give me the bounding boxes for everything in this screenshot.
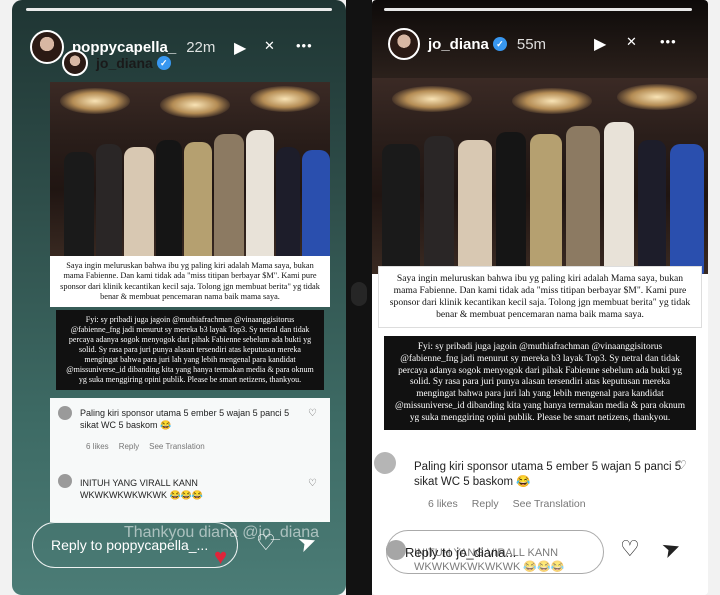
person xyxy=(496,132,526,274)
person xyxy=(604,122,634,274)
send-icon[interactable]: ➤ xyxy=(658,534,684,564)
person xyxy=(184,142,212,262)
play-icon[interactable]: ▶ xyxy=(234,38,246,58)
chandelier-light xyxy=(160,92,230,118)
mute-icon[interactable]: ✕ xyxy=(626,34,637,50)
person xyxy=(96,144,122,262)
heart-icon[interactable]: ♡ xyxy=(256,532,276,554)
play-icon[interactable]: ▶ xyxy=(594,34,606,54)
story-header: jo_diana ✓ 55m xyxy=(388,28,546,60)
more-icon[interactable]: ••• xyxy=(296,38,313,53)
person xyxy=(302,150,330,262)
story-comparison-screenshot: poppycapella_ 22m jo_diana ✓ ▶ ✕ ••• Say… xyxy=(0,0,720,595)
group-photo xyxy=(372,78,708,274)
reply-input[interactable]: Reply to jo_diana... xyxy=(386,530,604,574)
story-progress-bar xyxy=(384,8,692,11)
person xyxy=(458,140,492,274)
person xyxy=(64,152,94,262)
chandelier-light xyxy=(60,88,130,114)
chandelier-light xyxy=(617,84,697,110)
post-time: 22m xyxy=(186,38,216,56)
mention-avatar[interactable] xyxy=(62,50,88,76)
caption-white: Saya ingin meluruskan bahwa ibu yg palin… xyxy=(50,256,330,308)
comments-panel: Paling kiri sponsor utama 5 ember 5 waja… xyxy=(372,448,708,530)
commenter-avatar[interactable] xyxy=(58,474,72,488)
mute-icon[interactable]: ✕ xyxy=(264,38,275,54)
see-translation-link[interactable]: See Translation xyxy=(513,498,586,510)
person xyxy=(530,134,562,274)
person xyxy=(424,136,454,274)
mention-header: jo_diana ✓ xyxy=(62,50,171,76)
story-left: poppycapella_ 22m jo_diana ✓ ▶ ✕ ••• Say… xyxy=(12,0,346,595)
chandelier-light xyxy=(392,86,472,112)
comment-like-icon[interactable]: ♡ xyxy=(308,408,317,419)
person xyxy=(382,144,420,274)
reply-placeholder: Reply to poppycapella_... xyxy=(51,537,209,553)
person xyxy=(124,147,154,262)
scroll-handle[interactable] xyxy=(351,282,367,306)
reply-placeholder: Reply to jo_diana... xyxy=(405,544,517,560)
comment-text: INITUH YANG VIRALL KANN WKWKWKWKWKWK 😂😂😂 xyxy=(80,478,204,500)
verified-icon: ✓ xyxy=(156,56,171,70)
like-count[interactable]: 6 likes xyxy=(428,498,458,510)
chandelier-light xyxy=(512,88,592,114)
verified-icon: ✓ xyxy=(492,37,507,51)
comment-like-icon[interactable]: ♡ xyxy=(676,458,687,472)
comments-panel: Paling kiri sponsor utama 5 ember 5 waja… xyxy=(50,398,330,522)
person xyxy=(214,134,244,262)
avatar[interactable] xyxy=(30,30,64,64)
person xyxy=(246,130,274,262)
person xyxy=(276,147,300,262)
commenter-avatar[interactable] xyxy=(374,452,396,474)
caption-white: Saya ingin meluruskan bahwa ibu yg palin… xyxy=(378,266,702,328)
comment-text: Paling kiri sponsor utama 5 ember 5 waja… xyxy=(80,408,290,430)
heart-icon[interactable]: ♡ xyxy=(620,538,640,560)
person xyxy=(156,140,182,262)
caption-black: Fyi: sy pribadi juga jagoin @muthiafrach… xyxy=(384,336,696,431)
person xyxy=(670,144,704,274)
story-progress-bar xyxy=(26,8,332,11)
more-icon[interactable]: ••• xyxy=(660,34,677,49)
comment-text: Paling kiri sponsor utama 5 ember 5 waja… xyxy=(414,461,682,488)
bottom-bar: INITUH YANG VIRALL KANN WKWKWKWKWKWK 😂😂😂… xyxy=(372,530,708,595)
comment-meta: 6 likes Reply See Translation xyxy=(428,498,586,510)
reply-input[interactable]: Reply to poppycapella_... xyxy=(32,522,238,568)
red-heart-icon: ♥ xyxy=(214,544,228,569)
like-count[interactable]: 6 likes xyxy=(86,442,109,451)
mention-username[interactable]: jo_diana xyxy=(96,55,153,71)
post-time: 55m xyxy=(516,35,547,53)
commenter-avatar[interactable] xyxy=(58,406,72,420)
chandelier-light xyxy=(250,86,320,112)
see-translation-link[interactable]: See Translation xyxy=(149,442,205,451)
username[interactable]: jo_diana xyxy=(428,36,489,53)
reply-link[interactable]: Reply xyxy=(472,498,499,510)
comment-meta: 6 likes Reply See Translation xyxy=(86,442,205,451)
reply-link[interactable]: Reply xyxy=(119,442,139,451)
person xyxy=(566,126,600,274)
comment-like-icon[interactable]: ♡ xyxy=(308,478,317,489)
caption-black: Fyi: sy pribadi juga jagoin @muthiafrach… xyxy=(56,310,324,390)
group-photo xyxy=(50,82,330,262)
viewer-separator xyxy=(346,0,372,595)
person xyxy=(638,140,666,274)
story-right: jo_diana ✓ 55m ▶ ✕ ••• Saya ingin meluru… xyxy=(372,0,708,595)
avatar[interactable] xyxy=(388,28,420,60)
